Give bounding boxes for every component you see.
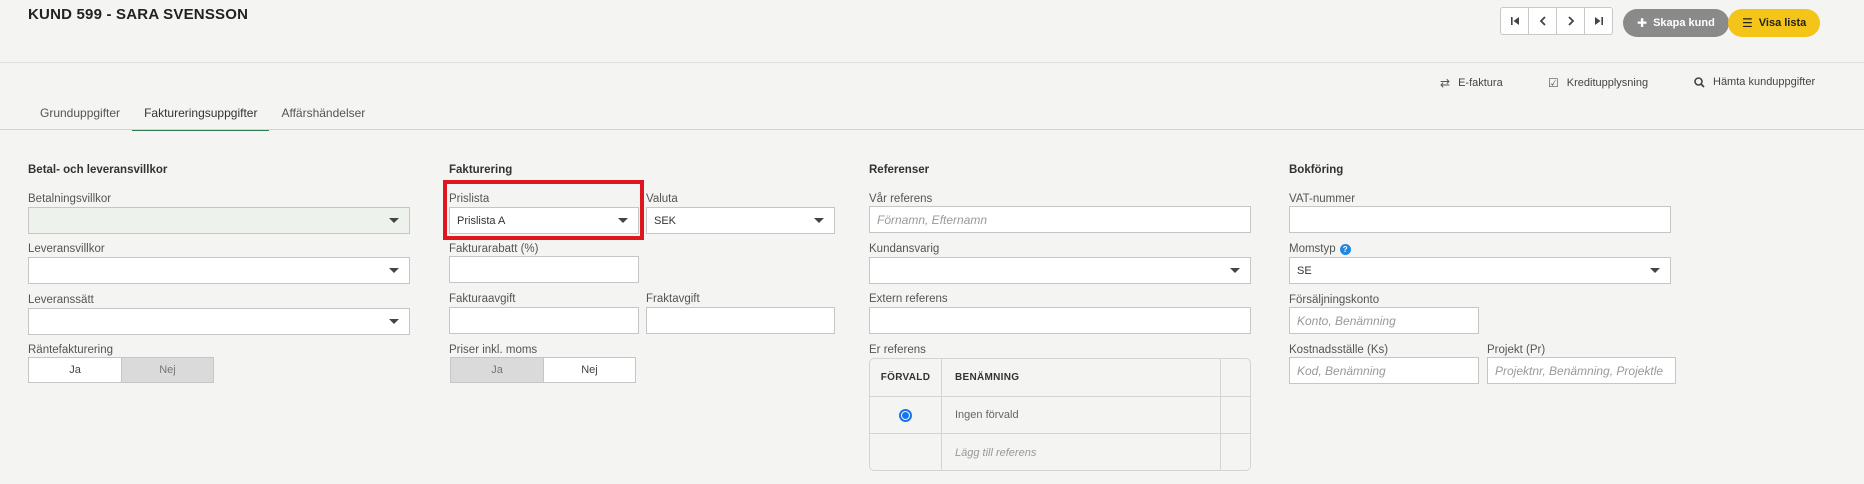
- projekt-label: Projekt (Pr): [1487, 344, 1546, 356]
- var-referens-label: Vår referens: [869, 193, 933, 205]
- chevron-down-icon: [1650, 268, 1660, 273]
- column-header-forvald: FÖRVALD: [870, 359, 942, 396]
- er-referens-table: FÖRVALD BENÄMNING Ingen förvald Lägg til…: [869, 358, 1251, 471]
- forsaljningskonto-input[interactable]: Konto, Benämning: [1289, 307, 1479, 334]
- priser-inkl-moms-label: Priser inkl. moms: [449, 344, 538, 356]
- default-radio[interactable]: [899, 408, 912, 422]
- extern-referens-label: Extern referens: [869, 293, 948, 305]
- table-add-row: Lägg till referens: [870, 434, 1250, 470]
- prislista-highlight: [443, 180, 644, 240]
- first-record-button[interactable]: [1500, 7, 1529, 35]
- table-row: Ingen förvald: [870, 397, 1250, 434]
- kostnadsstalle-placeholder: Kod, Benämning: [1297, 363, 1386, 378]
- tab-bar: Grunduppgifter Faktureringsuppgifter Aff…: [28, 100, 377, 131]
- column-header-benamning: BENÄMNING: [942, 359, 1221, 396]
- section-title-bokforing: Bokföring: [1289, 164, 1344, 176]
- add-reference-input[interactable]: Lägg till referens: [942, 434, 1221, 470]
- create-customer-button[interactable]: ✚ Skapa kund: [1623, 9, 1729, 37]
- leveranssatt-label: Leveranssätt: [28, 294, 94, 306]
- page-title: KUND 599 - SARA SVENSSON: [28, 6, 249, 23]
- rantefakturering-nej[interactable]: Nej: [121, 358, 213, 382]
- chevron-down-icon: [1230, 268, 1240, 273]
- fakturaavgift-input[interactable]: [449, 307, 639, 334]
- valuta-value: SEK: [654, 214, 677, 227]
- momstyp-label-wrap: Momstyp ?: [1289, 243, 1351, 255]
- var-referens-input[interactable]: Förnamn, Efternamn: [869, 206, 1251, 233]
- previous-record-button[interactable]: [1528, 7, 1557, 35]
- header-divider: [0, 62, 1864, 63]
- rantefakturering-label: Räntefakturering: [28, 344, 114, 356]
- tab-grunduppgifter[interactable]: Grunduppgifter: [28, 100, 132, 131]
- chevron-down-icon: [389, 218, 399, 223]
- momstyp-value: SE: [1297, 264, 1312, 277]
- chevron-left-icon: [1539, 16, 1546, 26]
- chevron-right-icon: [1567, 16, 1574, 26]
- momstyp-label: Momstyp: [1289, 243, 1336, 255]
- section-title-referenser: Referenser: [869, 164, 930, 176]
- momstyp-select[interactable]: SE: [1289, 257, 1671, 284]
- rantefakturering-toggle: Ja Nej: [28, 357, 214, 383]
- tab-faktureringsuppgifter[interactable]: Faktureringsuppgifter: [132, 100, 270, 131]
- rantefakturering-ja[interactable]: Ja: [29, 358, 121, 382]
- betalningsvillkor-label: Betalningsvillkor: [28, 193, 112, 205]
- kostnadsstalle-label: Kostnadsställe (Ks): [1289, 344, 1389, 356]
- info-icon[interactable]: ?: [1339, 243, 1351, 255]
- kreditupplysning-label: Kreditupplysning: [1566, 77, 1649, 89]
- fakturaavgift-label: Fakturaavgift: [449, 293, 516, 305]
- leveranssatt-select[interactable]: [28, 308, 410, 335]
- show-list-button[interactable]: ☰ Visa lista: [1728, 9, 1821, 37]
- hamta-kunduppgifter-label: Hämta kunduppgifter: [1713, 76, 1816, 88]
- fakturarabatt-input[interactable]: [449, 256, 639, 283]
- fraktavgift-label: Fraktavgift: [646, 293, 700, 305]
- tab-affarshandelser[interactable]: Affärshändelser: [269, 100, 377, 131]
- record-navigation: [1500, 7, 1613, 35]
- vat-nummer-label: VAT-nummer: [1289, 193, 1356, 205]
- list-icon: ☰: [1742, 16, 1753, 30]
- section-title-fakturering: Fakturering: [449, 164, 513, 176]
- priser-inkl-moms-nej[interactable]: Nej: [543, 358, 635, 382]
- kreditupplysning-link[interactable]: ☑ Kreditupplysning: [1548, 76, 1648, 90]
- kostnadsstalle-input[interactable]: Kod, Benämning: [1289, 357, 1479, 384]
- section-title-betal: Betal- och leveransvillkor: [28, 164, 168, 176]
- er-referens-label: Er referens: [869, 344, 926, 356]
- betalningsvillkor-select[interactable]: [28, 207, 410, 234]
- create-customer-label: Skapa kund: [1653, 17, 1715, 29]
- vat-nummer-input[interactable]: [1289, 206, 1671, 233]
- priser-inkl-moms-ja[interactable]: Ja: [451, 358, 543, 382]
- tab-divider: [0, 129, 1864, 130]
- leveransvillkor-label: Leveransvillkor: [28, 243, 105, 255]
- skip-last-icon: [1594, 17, 1603, 25]
- priser-inkl-moms-toggle: Ja Nej: [450, 357, 636, 383]
- swap-arrows-icon: ⇄: [1440, 76, 1451, 90]
- projekt-placeholder: Projektnr, Benämning, Projektle: [1495, 363, 1664, 378]
- plus-icon: ✚: [1637, 16, 1648, 30]
- table-header-row: FÖRVALD BENÄMNING: [870, 359, 1250, 397]
- add-reference-placeholder: Lägg till referens: [955, 446, 1037, 459]
- extern-referens-input[interactable]: [869, 307, 1251, 334]
- efaktura-label: E-faktura: [1458, 77, 1503, 89]
- checkbox-icon: ☑: [1548, 76, 1559, 90]
- valuta-select[interactable]: SEK: [646, 207, 835, 234]
- fakturarabatt-label: Fakturarabatt (%): [449, 243, 539, 255]
- efaktura-link[interactable]: ⇄ E-faktura: [1440, 76, 1503, 90]
- row-benamning: Ingen förvald: [942, 397, 1221, 433]
- chevron-down-icon: [389, 319, 399, 324]
- search-icon: [1694, 76, 1705, 88]
- last-record-button[interactable]: [1584, 7, 1613, 35]
- chevron-down-icon: [389, 268, 399, 273]
- var-referens-placeholder: Förnamn, Efternamn: [877, 212, 988, 227]
- fraktavgift-input[interactable]: [646, 307, 835, 334]
- chevron-down-icon: [814, 218, 824, 223]
- projekt-input[interactable]: Projektnr, Benämning, Projektle: [1487, 357, 1676, 384]
- kundansvarig-label: Kundansvarig: [869, 243, 940, 255]
- next-record-button[interactable]: [1556, 7, 1585, 35]
- kundansvarig-select[interactable]: [869, 257, 1251, 284]
- forsaljningskonto-label: Försäljningskonto: [1289, 294, 1380, 306]
- skip-first-icon: [1510, 17, 1519, 25]
- show-list-label: Visa lista: [1758, 17, 1807, 29]
- forsaljningskonto-placeholder: Konto, Benämning: [1297, 313, 1396, 328]
- valuta-label: Valuta: [646, 193, 678, 205]
- leveransvillkor-select[interactable]: [28, 257, 410, 284]
- hamta-kunduppgifter-link[interactable]: Hämta kunduppgifter: [1694, 76, 1815, 88]
